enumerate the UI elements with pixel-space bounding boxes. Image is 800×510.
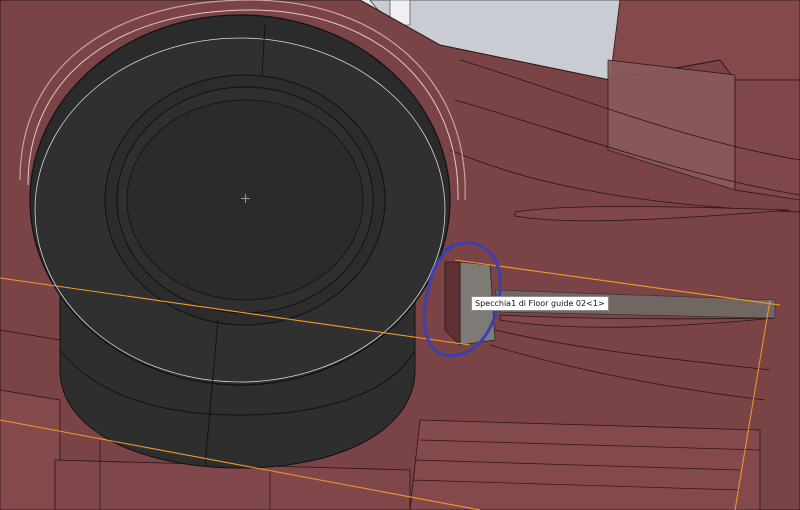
front-wing-panel[interactable] — [0, 389, 61, 510]
selection-tooltip: Specchia1 di Floor guide 02<1> — [471, 296, 609, 311]
side-block[interactable] — [734, 79, 800, 201]
model-graphics[interactable] — [0, 0, 800, 510]
origin-cross-icon — [241, 194, 250, 203]
tire[interactable] — [29, 14, 451, 469]
cad-viewport[interactable]: Specchia1 di Floor guide 02<1> — [0, 0, 800, 510]
